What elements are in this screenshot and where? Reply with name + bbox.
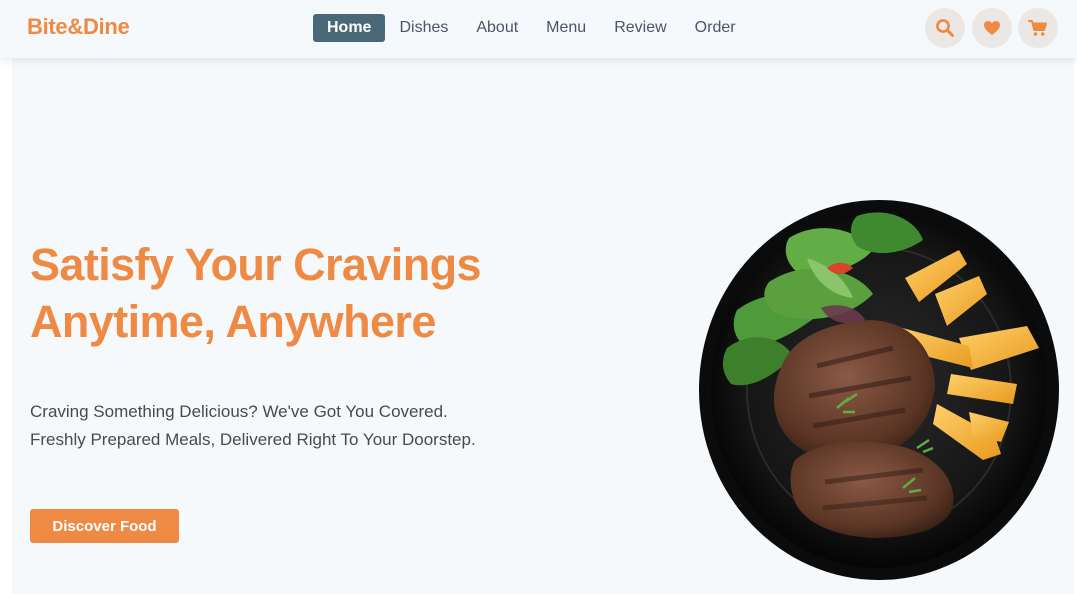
search-button[interactable] bbox=[925, 8, 965, 48]
nav-item-home[interactable]: Home bbox=[313, 14, 386, 42]
cart-icon bbox=[1028, 20, 1047, 36]
search-icon bbox=[936, 19, 954, 37]
main-nav: Home Dishes About Menu Review Order bbox=[313, 14, 750, 42]
hero-headline-line-1: Satisfy Your Cravings bbox=[30, 239, 482, 290]
site-header: Bite&Dine Home Dishes About Menu Review … bbox=[0, 0, 1077, 58]
hero-subtext-line-2: Freshly Prepared Meals, Delivered Right … bbox=[30, 430, 476, 449]
hero-headline-line-2: Anytime, Anywhere bbox=[30, 296, 436, 347]
favorites-button[interactable] bbox=[972, 8, 1012, 48]
nav-item-menu[interactable]: Menu bbox=[532, 14, 600, 42]
nav-item-dishes[interactable]: Dishes bbox=[385, 14, 462, 42]
nav-item-review[interactable]: Review bbox=[600, 14, 680, 42]
hero-dish-image bbox=[697, 198, 1061, 584]
hero-subtext: Craving Something Delicious? We've Got Y… bbox=[30, 398, 590, 454]
nav-item-order[interactable]: Order bbox=[681, 14, 750, 42]
cart-button[interactable] bbox=[1018, 8, 1058, 48]
hero-headline: Satisfy Your Cravings Anytime, Anywhere bbox=[30, 236, 590, 350]
brand-logo[interactable]: Bite&Dine bbox=[27, 14, 130, 40]
discover-food-button[interactable]: Discover Food bbox=[30, 509, 179, 543]
heart-icon bbox=[984, 21, 1000, 35]
hero-subtext-line-1: Craving Something Delicious? We've Got Y… bbox=[30, 402, 448, 421]
nav-item-about[interactable]: About bbox=[462, 14, 532, 42]
